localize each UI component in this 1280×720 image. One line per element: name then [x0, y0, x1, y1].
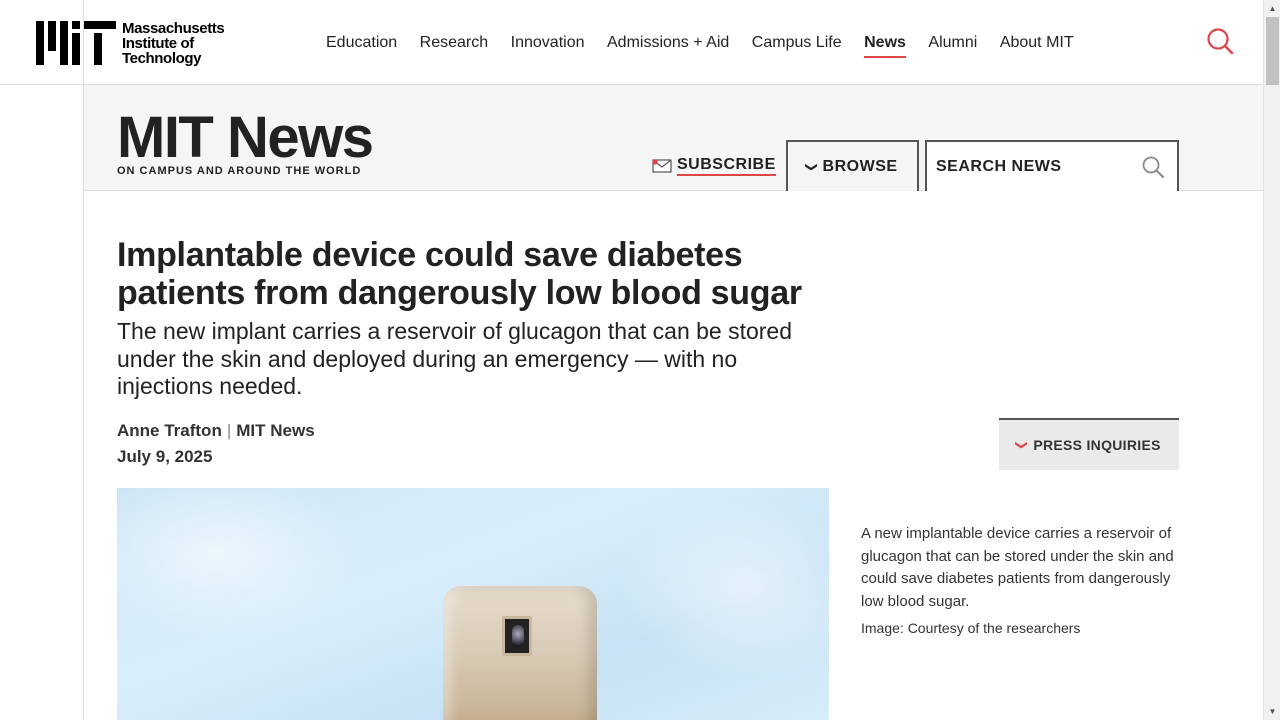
page-scrollbar[interactable]: ▲ ▼: [1263, 0, 1280, 720]
mit-logo[interactable]: Massachusetts Institute of Technology: [36, 20, 236, 66]
mit-logo-text: Massachusetts Institute of Technology: [122, 19, 225, 67]
news-band: MIT News ON CAMPUS AND AROUND THE WORLD …: [84, 85, 1263, 191]
hero-cloud: [617, 498, 829, 678]
article-hero-image[interactable]: [117, 488, 829, 720]
chevron-down-icon: ❯: [1015, 439, 1030, 451]
scroll-down-arrow-icon[interactable]: ▼: [1264, 703, 1280, 720]
hero-cloud: [117, 488, 357, 638]
article-headline: Implantable device could save diabetes p…: [117, 236, 802, 312]
nav-about-mit[interactable]: About MIT: [1000, 28, 1074, 58]
press-inquiries-label: PRESS INQUIRIES: [1033, 437, 1161, 453]
logo-line-2: Institute of: [122, 34, 194, 52]
image-caption: A new implantable device carries a reser…: [861, 525, 1174, 610]
subscribe-label: SUBSCRIBE: [677, 156, 776, 176]
scrollbar-thumb[interactable]: [1266, 17, 1279, 85]
subscribe-link[interactable]: SUBSCRIBE: [652, 156, 776, 176]
byline-separator: |: [226, 421, 232, 440]
chevron-down-icon: ❯: [805, 161, 820, 172]
nav-alumni[interactable]: Alumni: [928, 28, 977, 58]
nav-admissions-aid[interactable]: Admissions + Aid: [607, 28, 729, 58]
nav-campus-life[interactable]: Campus Life: [752, 28, 842, 58]
press-inquiries-button[interactable]: ❯ PRESS INQUIRIES: [999, 418, 1179, 470]
browse-button[interactable]: ❯ BROWSE: [786, 140, 919, 191]
source-link[interactable]: MIT News: [236, 421, 314, 440]
logo-line-1: Massachusetts: [122, 19, 225, 37]
mit-news-brand[interactable]: MIT News ON CAMPUS AND AROUND THE WORLD: [117, 105, 374, 178]
nav-news[interactable]: News: [864, 28, 906, 58]
scroll-up-arrow-icon[interactable]: ▲: [1264, 0, 1280, 17]
article-dek: The new implant carries a reservoir of g…: [117, 318, 793, 399]
author-link[interactable]: Anne Trafton: [117, 421, 222, 440]
implant-device-image: [443, 586, 597, 720]
device-window: [502, 616, 532, 656]
mit-logo-mark-icon: [36, 21, 116, 65]
nav-research[interactable]: Research: [420, 28, 488, 58]
site-header: Massachusetts Institute of Technology Ed…: [0, 0, 1263, 85]
article-date: July 9, 2025: [117, 447, 213, 466]
logo-line-3: Technology: [122, 49, 202, 67]
search-news-placeholder: SEARCH NEWS: [936, 157, 1062, 175]
nav-innovation[interactable]: Innovation: [511, 28, 585, 58]
nav-education[interactable]: Education: [326, 28, 397, 58]
search-news-input[interactable]: SEARCH NEWS: [925, 140, 1179, 191]
mit-news-title: MIT News: [117, 105, 374, 170]
envelope-icon: [652, 159, 672, 173]
image-credit: Image: Courtesy of the researchers: [861, 620, 1081, 636]
search-icon[interactable]: [1141, 155, 1165, 179]
article-byline: Anne Trafton | MIT News: [117, 421, 315, 441]
mit-news-tagline: ON CAMPUS AND AROUND THE WORLD: [117, 165, 362, 177]
main-nav: Education Research Innovation Admissions…: [326, 0, 1096, 85]
search-icon[interactable]: [1205, 27, 1235, 57]
browse-label: BROWSE: [822, 157, 898, 175]
